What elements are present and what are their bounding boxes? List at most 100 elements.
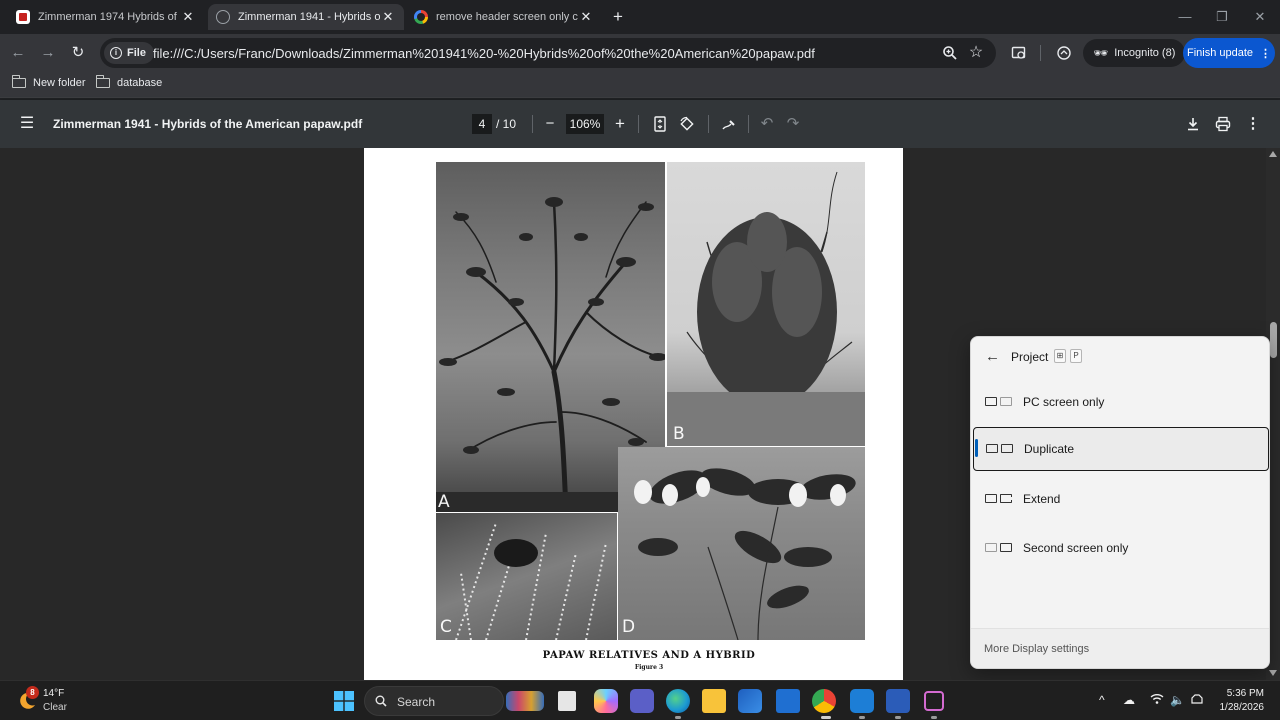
tab-zimmerman-1941[interactable]: Zimmerman 1941 - Hybrids of t ✕ <box>208 4 404 30</box>
forward-arrow-icon[interactable]: → <box>36 41 60 65</box>
incognito-icon: 🕶 <box>1093 46 1109 60</box>
redo-icon[interactable]: ↷ <box>783 114 803 134</box>
zoom-magnifier-icon[interactable] <box>942 45 958 61</box>
search-label: Search <box>397 695 436 709</box>
task-view-icon[interactable] <box>558 691 576 711</box>
info-icon: i <box>110 47 122 59</box>
scroll-down-icon[interactable] <box>1269 670 1277 676</box>
photo-c-flowering-stems: C <box>436 513 617 640</box>
undo-icon[interactable]: ↶ <box>757 114 777 134</box>
reload-icon[interactable]: ↻ <box>66 41 90 65</box>
task-app-icon[interactable] <box>850 689 874 713</box>
word-icon[interactable] <box>886 689 910 713</box>
reading-mode-icon[interactable] <box>1007 41 1031 65</box>
address-bar[interactable]: i File file:///C:/Users/Franc/Downloads/… <box>100 38 996 68</box>
zoom-in-icon[interactable]: + <box>610 114 630 134</box>
back-arrow-icon[interactable]: ← <box>985 348 1000 365</box>
rotate-icon[interactable] <box>677 114 697 134</box>
weather-temperature[interactable]: 14°F <box>43 688 64 699</box>
toolbar-divider <box>1040 45 1041 61</box>
edge-icon[interactable] <box>666 689 690 713</box>
option-pc-screen-only[interactable]: PC screen only <box>973 380 1269 424</box>
url-text[interactable]: file:///C:/Users/Franc/Downloads/Zimmerm… <box>153 46 815 61</box>
zoom-level-input[interactable]: 106% <box>566 114 604 134</box>
finish-update-label: Finish update <box>1186 47 1254 59</box>
menu-icon[interactable]: ☰ <box>17 114 37 134</box>
incognito-label: Incognito (8) <box>1114 47 1176 59</box>
app-icon[interactable] <box>776 689 800 713</box>
print-icon[interactable] <box>1213 114 1233 134</box>
chrome-icon[interactable] <box>812 689 836 713</box>
finish-update-button[interactable]: Finish update ⋮ <box>1183 38 1275 68</box>
figure-number: Figure 3 <box>634 664 664 671</box>
bookmark-new-folder[interactable]: New folder <box>11 75 86 89</box>
clock-date[interactable]: 1/28/2026 <box>1212 702 1265 713</box>
annotate-pen-icon[interactable] <box>719 114 739 134</box>
search-highlight-icon[interactable] <box>506 691 544 711</box>
scroll-thumb[interactable] <box>1270 322 1277 358</box>
file-explorer-icon[interactable] <box>702 689 726 713</box>
search-icon <box>375 695 387 707</box>
battery-icon[interactable] <box>1190 693 1204 708</box>
running-indicator <box>859 716 865 719</box>
volume-icon[interactable]: 🔈 <box>1170 693 1185 707</box>
weather-condition[interactable]: Clear <box>43 702 67 713</box>
incognito-button[interactable]: 🕶 Incognito (8) <box>1083 39 1186 67</box>
teams-icon[interactable] <box>630 689 654 713</box>
photo-d-hybrid-flowers: D <box>618 447 865 640</box>
restore-icon[interactable]: ❐ <box>1207 6 1237 28</box>
copilot-icon[interactable] <box>594 689 618 713</box>
toolbar-divider <box>708 115 709 133</box>
tab-label: Zimmerman 1941 - Hybrids of t <box>238 11 380 23</box>
pdf-title: Zimmerman 1941 - Hybrids of the American… <box>53 117 363 131</box>
bookmark-star-icon[interactable]: ☆ <box>968 45 984 61</box>
more-vert-icon: ⋮ <box>1260 47 1272 60</box>
clock-time[interactable]: 5:36 PM <box>1222 688 1264 699</box>
option-duplicate[interactable]: Duplicate <box>973 427 1269 471</box>
photo-b-shrub: B <box>667 162 865 446</box>
more-display-settings-link[interactable]: More Display settings <box>984 643 1089 655</box>
close-icon[interactable]: ✕ <box>578 9 594 25</box>
more-options-icon[interactable]: ⋮ <box>1243 114 1263 134</box>
bookmark-database[interactable]: database <box>95 75 162 89</box>
option-second-screen-only[interactable]: Second screen only <box>973 526 1269 570</box>
chevron-up-icon[interactable]: ^ <box>1099 693 1105 707</box>
google-icon <box>414 10 428 24</box>
globe-icon <box>216 10 230 24</box>
zoom-out-icon[interactable]: − <box>540 114 560 134</box>
option-label: Second screen only <box>1023 541 1129 555</box>
tab-google-search[interactable]: remove header screen only ctrl ✕ <box>406 4 602 30</box>
running-indicator <box>675 716 681 719</box>
running-indicator <box>895 716 901 719</box>
microsoft-store-icon[interactable] <box>738 689 762 713</box>
taskbar-search[interactable]: Search <box>364 686 504 716</box>
page-number-input[interactable]: 4 <box>472 114 492 134</box>
close-icon[interactable]: ✕ <box>380 9 396 25</box>
new-tab-button[interactable]: + <box>608 7 628 27</box>
second-screen-only-icon <box>985 541 1015 555</box>
windows-start-icon[interactable] <box>334 691 354 711</box>
scheme-label: File <box>127 47 146 59</box>
close-icon[interactable]: ✕ <box>180 9 196 25</box>
back-arrow-icon[interactable]: ← <box>6 41 30 65</box>
tab-label: remove header screen only ctrl <box>436 11 578 23</box>
snipping-tool-icon[interactable] <box>924 691 944 711</box>
site-info-chip[interactable]: i File <box>104 42 154 64</box>
onedrive-icon[interactable]: ☁ <box>1123 693 1135 707</box>
folder-icon <box>95 75 110 88</box>
fit-page-icon[interactable] <box>650 114 670 134</box>
toolbar-divider <box>532 115 533 133</box>
duplicate-icon <box>986 442 1016 456</box>
scroll-up-icon[interactable] <box>1269 151 1277 157</box>
download-icon[interactable] <box>1183 114 1203 134</box>
window-close-icon[interactable]: ✕ <box>1245 6 1275 28</box>
option-extend[interactable]: Extend <box>973 477 1269 521</box>
running-indicator <box>931 716 937 719</box>
wifi-icon[interactable] <box>1150 693 1164 708</box>
flyout-footer: More Display settings <box>971 628 1269 668</box>
minimize-icon[interactable]: — <box>1170 6 1200 28</box>
page-total: / 10 <box>496 117 517 131</box>
project-flyout: ← Project ⊞ P PC screen only Duplicate E… <box>970 336 1270 669</box>
extensions-icon[interactable] <box>1052 41 1076 65</box>
tab-zimmerman-1974[interactable]: Zimmerman 1974 Hybrids of th ✕ <box>8 4 204 30</box>
